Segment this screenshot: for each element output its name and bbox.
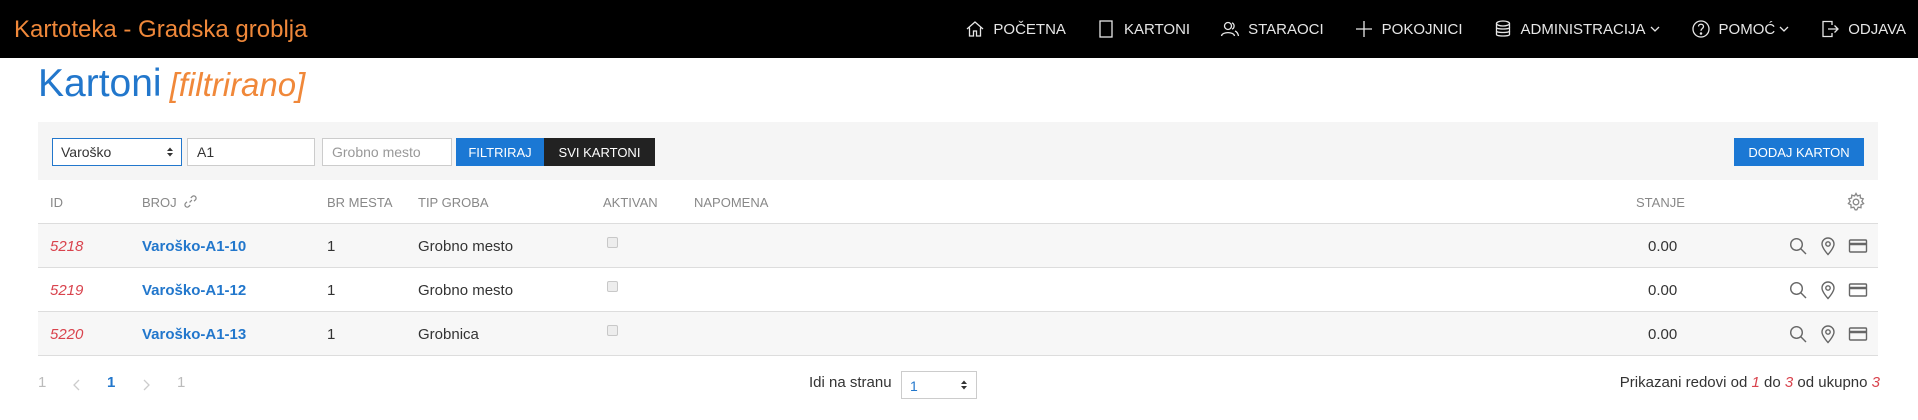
nav-pokojnici[interactable]: Pokojnici: [1354, 19, 1463, 39]
col-stanje[interactable]: STANJE: [1636, 195, 1685, 210]
table-header: ID BROJ BR MESTA TIP GROBA AKTIVAN NAPOM…: [38, 180, 1878, 224]
help-icon: [1691, 20, 1710, 38]
nav-staraoci-label: Staraoci: [1248, 20, 1324, 38]
search-icon[interactable]: [1788, 280, 1808, 300]
field-input-value: A1: [197, 144, 215, 160]
row-stanje: 0.00: [1648, 238, 1678, 255]
summary-total-label: od ukupno: [1797, 374, 1868, 391]
row-aktivan-checkbox: [607, 325, 618, 336]
cards-table: ID BROJ BR MESTA TIP GROBA AKTIVAN NAPOM…: [38, 180, 1878, 356]
credit-card-icon[interactable]: [1848, 324, 1868, 344]
page-title: Kartoni [filtrirano]: [38, 62, 305, 106]
col-napomena[interactable]: NAPOMENA: [694, 195, 768, 210]
nav-pocetna-label: Početna: [993, 20, 1066, 38]
row-broj-link[interactable]: Varoško-A1-12: [142, 282, 246, 299]
col-broj[interactable]: BROJ: [142, 195, 197, 210]
row-id: 5219: [50, 282, 84, 299]
row-br-mesta: 1: [327, 238, 336, 255]
page-title-text: Kartoni: [38, 62, 162, 105]
map-pin-icon[interactable]: [1818, 324, 1838, 344]
nav-pokojnici-label: Pokojnici: [1381, 20, 1463, 38]
select-caret-icon: [961, 380, 967, 390]
pager-last[interactable]: 1: [177, 374, 185, 391]
col-id[interactable]: ID: [50, 195, 63, 210]
filter-button[interactable]: Filtriraj: [456, 138, 544, 166]
summary-from: 1: [1751, 374, 1760, 391]
nav-kartoni[interactable]: Kartoni: [1096, 19, 1190, 39]
summary-to: 3: [1784, 374, 1794, 391]
nav-pomoc[interactable]: Pomoć: [1691, 19, 1791, 39]
nav-staraoci[interactable]: Staraoci: [1220, 19, 1324, 39]
main-nav: Početna Kartoni Staraoci Pokojnici Admin…: [965, 0, 1918, 58]
nav-administracija[interactable]: Administracija: [1493, 19, 1661, 39]
all-cards-button[interactable]: Svi kartoni: [544, 138, 655, 166]
chevron-down-icon: [1650, 26, 1659, 32]
row-stanje: 0.00: [1648, 282, 1678, 299]
grave-input-placeholder: Grobno mesto: [332, 144, 421, 160]
chevron-down-icon: [1779, 26, 1789, 32]
pager-first[interactable]: 1: [38, 374, 46, 391]
nav-pomoc-label: Pomoć: [1718, 20, 1776, 38]
nav-pocetna[interactable]: Početna: [965, 19, 1066, 39]
map-pin-icon[interactable]: [1818, 280, 1838, 300]
row-tip-groba: Grobno mesto: [418, 282, 514, 299]
filter-panel: Varoško A1 Grobno mesto Filtriraj Svi ka…: [38, 122, 1878, 180]
search-icon[interactable]: [1788, 236, 1808, 256]
row-br-mesta: 1: [327, 326, 336, 343]
credit-card-icon[interactable]: [1848, 280, 1868, 300]
credit-card-icon[interactable]: [1848, 236, 1868, 256]
col-aktivan[interactable]: AKTIVAN: [603, 195, 658, 210]
add-card-button[interactable]: Dodaj karton: [1734, 138, 1864, 166]
row-aktivan-checkbox: [607, 237, 618, 248]
select-caret-icon: [167, 147, 173, 157]
nav-odjava[interactable]: Odjava: [1820, 19, 1906, 39]
row-aktivan-checkbox: [607, 281, 618, 292]
table-row[interactable]: 5220 Varoško-A1-13 1 Grobnica 0.00: [38, 312, 1878, 356]
row-br-mesta: 1: [327, 282, 336, 299]
users-icon: [1220, 21, 1240, 37]
col-tip-groba[interactable]: TIP GROBA: [418, 195, 489, 210]
chevron-right-icon[interactable]: [140, 378, 152, 392]
logout-icon: [1822, 20, 1840, 38]
top-navbar: Kartoteka - Gradska groblja Početna Kart…: [0, 0, 1918, 58]
row-id: 5218: [50, 238, 84, 255]
col-broj-label: BROJ: [142, 195, 177, 210]
nav-administracija-label: Administracija: [1520, 20, 1646, 38]
home-icon: [966, 21, 984, 37]
settings-gear-icon[interactable]: [1846, 192, 1866, 212]
goto-page-label: Idi na stranu: [809, 374, 892, 391]
row-broj-link[interactable]: Varoško-A1-10: [142, 238, 246, 255]
rows-summary: Prikazani redovi od 1 do 3 od ukupno 3: [1620, 374, 1880, 391]
summary-total: 3: [1871, 374, 1880, 391]
cemetery-select-value: Varoško: [61, 144, 112, 160]
search-icon[interactable]: [1788, 324, 1808, 344]
table-row[interactable]: 5218 Varoško-A1-10 1 Grobno mesto 0.00: [38, 224, 1878, 268]
plus-icon: [1355, 21, 1372, 37]
table-row[interactable]: 5219 Varoško-A1-12 1 Grobno mesto 0.00: [38, 268, 1878, 312]
row-tip-groba: Grobno mesto: [418, 238, 514, 255]
chevron-left-icon[interactable]: [71, 378, 83, 392]
summary-prefix: Prikazani redovi od: [1619, 374, 1748, 391]
row-stanje: 0.00: [1648, 326, 1678, 343]
grave-input[interactable]: Grobno mesto: [322, 138, 452, 166]
field-input[interactable]: A1: [187, 138, 315, 166]
row-broj-link[interactable]: Varoško-A1-13: [142, 326, 246, 343]
link-icon: [184, 195, 197, 208]
summary-to-label: do: [1764, 374, 1781, 391]
cemetery-select[interactable]: Varoško: [52, 138, 182, 166]
nav-odjava-label: Odjava: [1848, 20, 1906, 38]
database-icon: [1495, 20, 1510, 37]
row-id: 5220: [50, 326, 84, 343]
nav-kartoni-label: Kartoni: [1123, 20, 1191, 38]
map-pin-icon[interactable]: [1818, 236, 1838, 256]
card-icon: [1099, 20, 1113, 38]
row-tip-groba: Grobnica: [418, 326, 479, 343]
goto-page-value: 1: [910, 378, 918, 394]
app-title[interactable]: Kartoteka - Gradska groblja: [14, 16, 307, 44]
filtered-tag: [filtrirano]: [169, 66, 306, 103]
pager-current[interactable]: 1: [107, 374, 115, 391]
goto-page-select[interactable]: 1: [901, 371, 977, 399]
col-br-mesta[interactable]: BR MESTA: [327, 195, 393, 210]
